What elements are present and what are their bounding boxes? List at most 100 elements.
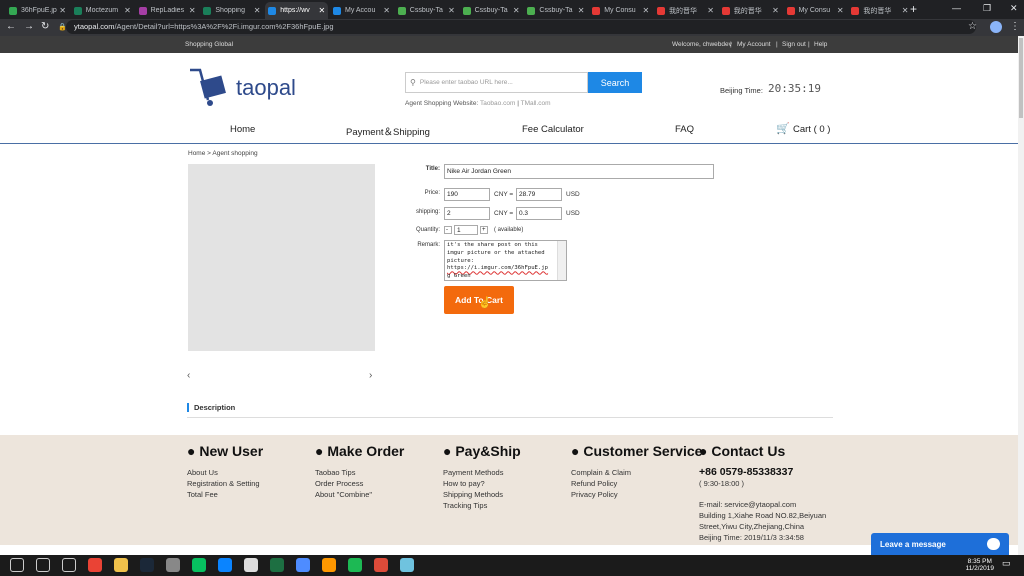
sublime-icon[interactable] — [322, 558, 336, 572]
remark-scrollbar[interactable] — [557, 241, 566, 280]
qty-plus-button[interactable]: + — [480, 226, 488, 234]
search-button[interactable]: Search — [588, 72, 642, 93]
sign-out-link[interactable]: Sign out — [782, 41, 806, 48]
chrome-icon[interactable] — [88, 558, 102, 572]
price-usd-input[interactable]: 28.79 — [516, 188, 562, 201]
footer-link[interactable]: About Us — [187, 467, 263, 478]
leave-message-widget[interactable]: Leave a message — [871, 533, 1009, 556]
next-image-icon[interactable]: › — [369, 370, 372, 381]
browser-tab[interactable]: Cssbuy-Ta ✕ — [460, 2, 523, 19]
qty-minus-button[interactable]: - — [444, 226, 452, 234]
my-account-link[interactable]: My Account — [737, 41, 771, 48]
nav-cart[interactable]: Cart ( 0 ) — [793, 124, 830, 135]
browser-tab[interactable]: My Consu ✕ — [784, 2, 847, 19]
new-tab-button[interactable]: + — [910, 2, 917, 16]
file-explorer-icon[interactable] — [114, 558, 128, 572]
tab-close-icon[interactable]: ✕ — [513, 6, 520, 15]
taobao-url-search-input[interactable]: ⚲ Please enter taobao URL here... — [405, 72, 588, 93]
tab-close-icon[interactable]: ✕ — [189, 6, 196, 15]
tab-close-icon[interactable]: ✕ — [837, 6, 844, 15]
footer-link[interactable]: Total Fee — [187, 489, 263, 500]
taopal-logo[interactable] — [188, 66, 234, 108]
nav-home[interactable]: Home — [230, 124, 255, 135]
profile-avatar[interactable] — [990, 21, 1002, 33]
edge-icon[interactable] — [218, 558, 232, 572]
notes-icon[interactable] — [400, 558, 414, 572]
task-view-icon[interactable] — [62, 558, 76, 572]
browser-tab[interactable]: 我的晋华 ✕ — [848, 2, 911, 19]
tmall-link[interactable]: TMall.com — [521, 100, 551, 107]
price-cny-input[interactable]: 190 — [444, 188, 490, 201]
browser-tab[interactable]: 我的晋华 ✕ — [654, 2, 717, 19]
excel-icon[interactable] — [270, 558, 284, 572]
tab-close-icon[interactable]: ✕ — [642, 6, 649, 15]
wechat-icon[interactable] — [192, 558, 206, 572]
footer-link[interactable]: Privacy Policy — [571, 489, 702, 500]
browser-tab[interactable]: My Accou ✕ — [330, 2, 393, 19]
description-tab[interactable]: Description — [187, 403, 235, 412]
contact-email[interactable]: E-mail: service@ytaopal.com — [699, 499, 826, 510]
browser-tab[interactable]: Shopping ✕ — [200, 2, 263, 19]
help-link[interactable]: Help — [814, 41, 827, 48]
chrome-alt-icon[interactable] — [374, 558, 388, 572]
tab-close-icon[interactable]: ✕ — [707, 6, 714, 15]
footer-link[interactable]: Shipping Methods — [443, 489, 521, 500]
tab-close-icon[interactable]: ✕ — [59, 6, 66, 15]
nav-faq[interactable]: FAQ — [675, 124, 694, 135]
shipping-usd-input[interactable]: 0.3 — [516, 207, 562, 220]
browser-tab[interactable]: https://wv ✕ — [265, 2, 329, 19]
browser-tab[interactable]: 36hFpuE.jp ✕ — [6, 2, 69, 19]
footer-link[interactable]: Tracking Tips — [443, 500, 521, 511]
reload-icon[interactable]: ↻ — [41, 21, 49, 32]
tab-close-icon[interactable]: ✕ — [448, 6, 455, 15]
browser-tab[interactable]: Cssbuy-Ta ✕ — [524, 2, 587, 19]
footer-link[interactable]: Payment Methods — [443, 467, 521, 478]
quantity-input[interactable]: 1 — [454, 225, 478, 235]
shipping-cny-input[interactable]: 2 — [444, 207, 490, 220]
back-icon[interactable]: ← — [6, 21, 16, 32]
notification-icon[interactable]: ▭ — [1002, 558, 1011, 569]
tab-close-icon[interactable]: ✕ — [772, 6, 779, 15]
browser-tab[interactable]: Moctezum ✕ — [71, 2, 134, 19]
spotify-icon[interactable] — [348, 558, 362, 572]
maximize-icon[interactable]: ❐ — [983, 3, 991, 14]
system-clock[interactable]: 8:35 PM 11/2/2019 — [966, 558, 994, 572]
tab-close-icon[interactable]: ✕ — [578, 6, 585, 15]
bookmark-star-icon[interactable]: ☆ — [968, 21, 977, 32]
page-scrollbar-thumb[interactable] — [1019, 38, 1023, 118]
start-icon[interactable] — [10, 558, 24, 572]
network-icon[interactable] — [296, 558, 310, 572]
nav-fee-calculator[interactable]: Fee Calculator — [522, 124, 584, 135]
taobao-link[interactable]: Taobao.com — [480, 100, 515, 107]
close-window-icon[interactable]: ✕ — [1010, 3, 1018, 14]
tab-close-icon[interactable]: ✕ — [124, 6, 131, 15]
search-icon[interactable] — [36, 558, 50, 572]
remark-textarea[interactable]: it's the share post on this imgur picture… — [444, 240, 567, 281]
photos-icon[interactable] — [244, 558, 258, 572]
title-input[interactable]: Nike Air Jordan Green — [444, 164, 714, 179]
settings-icon[interactable] — [166, 558, 180, 572]
menu-kebab-icon[interactable]: ⋮ — [1010, 21, 1020, 32]
footer-link[interactable]: Order Process — [315, 478, 404, 489]
tab-close-icon[interactable]: ✕ — [318, 6, 325, 15]
footer-link[interactable]: Complain & Claim — [571, 467, 702, 478]
url-field[interactable]: ytaopal.com/Agent/Detail?url=https%3A%2F… — [66, 20, 976, 34]
cart-icon[interactable]: 🛒 — [776, 122, 790, 135]
nav-payment-shipping[interactable]: Payment＆Shipping — [346, 124, 430, 138]
footer-link[interactable]: Registration & Setting — [187, 478, 263, 489]
browser-tab[interactable]: Cssbuy-Ta ✕ — [395, 2, 458, 19]
tab-close-icon[interactable]: ✕ — [254, 6, 261, 15]
tab-close-icon[interactable]: ✕ — [383, 6, 390, 15]
brand-name[interactable]: taopal — [236, 75, 296, 101]
forward-icon[interactable]: → — [24, 21, 34, 32]
footer-link[interactable]: Taobao Tips — [315, 467, 404, 478]
browser-tab[interactable]: RepLadies ✕ — [136, 2, 199, 19]
footer-link[interactable]: Refund Policy — [571, 478, 702, 489]
browser-tab[interactable]: My Consu ✕ — [589, 2, 652, 19]
tab-close-icon[interactable]: ✕ — [902, 6, 909, 15]
minimize-icon[interactable]: — — [952, 3, 961, 13]
footer-link[interactable]: How to pay? — [443, 478, 521, 489]
footer-link[interactable]: About "Combine" — [315, 489, 404, 500]
prev-image-icon[interactable]: ‹ — [187, 370, 190, 381]
browser-tab[interactable]: 我的晋华 ✕ — [719, 2, 782, 19]
